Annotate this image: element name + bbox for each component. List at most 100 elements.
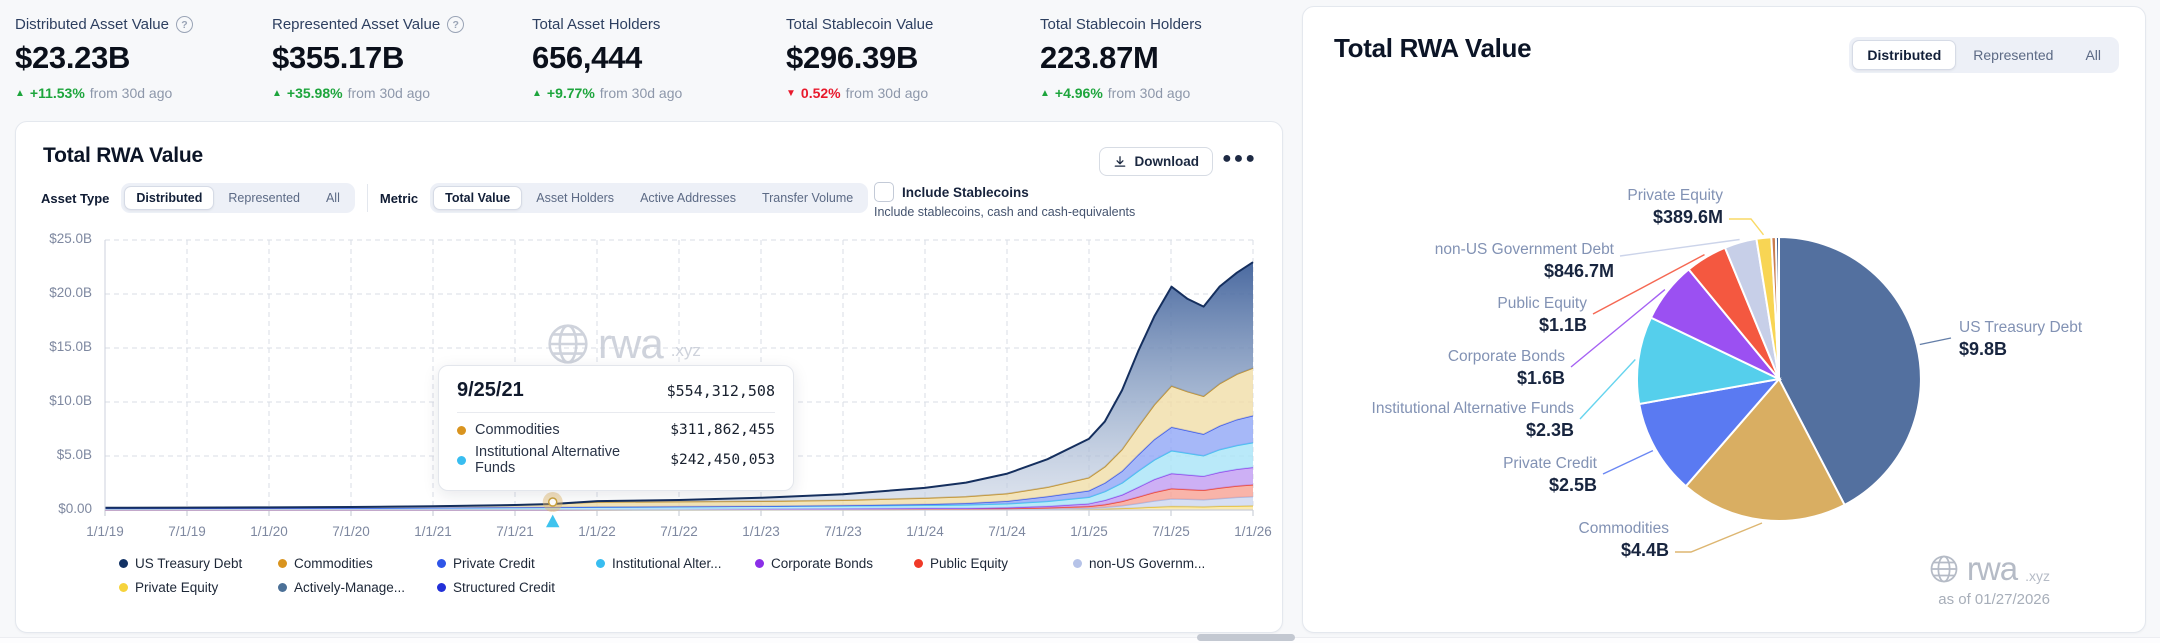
legend-item-private-credit[interactable]: Private Credit	[437, 556, 596, 571]
stat-represented-asset-value: Represented Asset Value?$355.17B▲+35.98%…	[272, 16, 464, 101]
stat-label: Total Stablecoin Holders	[1040, 16, 1202, 33]
more-options-button[interactable]: ●●●	[1222, 150, 1257, 168]
pie-label-name: Commodities	[1579, 518, 1669, 539]
metric-option-asset-holders[interactable]: Asset Holders	[524, 186, 626, 210]
stat-delta: ▲+9.77%from 30d ago	[532, 85, 682, 101]
tooltip-row-institutional-alternative-funds: Institutional Alternative Funds$242,450,…	[457, 444, 775, 476]
pie-label-value: $9.8B	[1959, 338, 2082, 361]
stat-label: Total Asset Holders	[532, 16, 682, 33]
down-arrow-icon: ▼	[786, 88, 796, 99]
include-stablecoins-description: Include stablecoins, cash and cash-equiv…	[874, 205, 1135, 219]
legend-item-commodities[interactable]: Commodities	[278, 556, 437, 571]
stat-label-text: Total Stablecoin Value	[786, 16, 933, 33]
institutional-alternative-funds-swatch	[457, 456, 466, 465]
stat-delta-percent: +35.98%	[287, 85, 343, 101]
up-arrow-icon: ▲	[1040, 88, 1050, 99]
horizontal-scrollbar-thumb[interactable]	[1197, 634, 1295, 641]
stat-delta-percent: 0.52%	[801, 85, 841, 101]
tooltip-series-value: $242,450,053	[670, 452, 775, 468]
selected-date-marker[interactable]	[545, 513, 561, 528]
stat-delta-period: from 30d ago	[600, 85, 683, 101]
download-button[interactable]: Download	[1099, 147, 1214, 176]
asset-type-option-all[interactable]: All	[314, 186, 352, 210]
pie-leader-line-private-credit	[1603, 451, 1653, 474]
pie-leader-line-us-treasury-debt	[1920, 338, 1951, 345]
pie-label-value: $2.3B	[1372, 419, 1574, 442]
y-tick-5: $5.0B	[16, 447, 92, 462]
pie-label-name: Private Equity	[1627, 185, 1723, 206]
stat-delta: ▲+4.96%from 30d ago	[1040, 85, 1202, 101]
asset-type-option-distributed[interactable]: Distributed	[124, 186, 214, 210]
pie-label-name: non-US Government Debt	[1435, 239, 1614, 260]
pie-label-corporate-bonds[interactable]: Corporate Bonds$1.6B	[1448, 346, 1565, 390]
legend-label: Institutional Alter...	[612, 556, 722, 571]
stat-delta-percent: +4.96%	[1055, 85, 1103, 101]
include-stablecoins-label: Include Stablecoins	[902, 185, 1029, 200]
metric-option-transfer-volume[interactable]: Transfer Volume	[750, 186, 865, 210]
watermark-text: rwa	[598, 320, 663, 368]
pie-label-commodities[interactable]: Commodities$4.4B	[1579, 518, 1669, 562]
info-icon[interactable]: ?	[176, 16, 193, 33]
metric-segmented-control: Total ValueAsset HoldersActive Addresses…	[430, 183, 868, 213]
legend-item-us-treasury-debt[interactable]: US Treasury Debt	[119, 556, 278, 571]
asset-type-option-represented[interactable]: Represented	[216, 186, 312, 210]
commodities-swatch	[278, 559, 287, 568]
watermark-text: rwa	[1967, 550, 2017, 588]
pie-leader-line-private-equity	[1729, 219, 1764, 235]
chart-tooltip: 9/25/21 $554,312,508 Commodities$311,862…	[438, 365, 794, 491]
legend-item-structured-credit[interactable]: Structured Credit	[437, 580, 596, 595]
y-tick-15: $15.0B	[16, 339, 92, 354]
tooltip-rows: Commodities $311,862,455 Institutional Alt…	[457, 422, 775, 476]
tooltip-date: 9/25/21	[457, 379, 524, 402]
legend-item-private-equity[interactable]: Private Equity	[119, 580, 278, 595]
metric-option-active-addresses[interactable]: Active Addresses	[628, 186, 748, 210]
pie-label-private-credit[interactable]: Private Credit$2.5B	[1503, 453, 1597, 497]
pie-label-name: Corporate Bonds	[1448, 346, 1565, 367]
metric-option-total-value[interactable]: Total Value	[433, 186, 522, 210]
pie-label-name: Institutional Alternative Funds	[1372, 398, 1574, 419]
pie-label-value: $4.4B	[1579, 539, 1669, 562]
next-section-edge	[0, 637, 2160, 643]
pie-label-us-treasury-debt[interactable]: US Treasury Debt$9.8B	[1959, 317, 2082, 361]
info-icon[interactable]: ?	[447, 16, 464, 33]
structured-credit-swatch	[437, 583, 446, 592]
private-credit-swatch	[437, 559, 446, 568]
stat-total-stablecoin-value: Total Stablecoin Value$296.39B▼0.52%from…	[786, 16, 933, 101]
as-of-date: as of 01/27/2026	[1929, 591, 2050, 608]
pie-label-private-equity[interactable]: Private Equity$389.6M	[1627, 185, 1723, 229]
legend-item-institutional-alter[interactable]: Institutional Alter...	[596, 556, 755, 571]
legend-item-corporate-bonds[interactable]: Corporate Bonds	[755, 556, 914, 571]
stat-label-text: Represented Asset Value	[272, 16, 440, 33]
stat-delta-period: from 30d ago	[90, 85, 173, 101]
stat-value: 223.87M	[1040, 40, 1202, 76]
filter-divider	[367, 184, 368, 212]
pie-label-value: $389.6M	[1627, 206, 1723, 229]
stat-label-text: Total Asset Holders	[532, 16, 660, 33]
legend-item-actively-manage[interactable]: Actively-Manage...	[278, 580, 437, 595]
pie-label-value: $1.1B	[1497, 314, 1587, 337]
pie-label-public-equity[interactable]: Public Equity$1.1B	[1497, 293, 1587, 337]
stat-delta: ▲+11.53%from 30d ago	[15, 85, 193, 101]
tooltip-series-name: Commodities	[475, 422, 560, 438]
stat-delta: ▲+35.98%from 30d ago	[272, 85, 464, 101]
rwa-dashboard: Distributed Asset Value?$23.23B▲+11.53%f…	[0, 0, 2160, 643]
include-stablecoins-checkbox[interactable]	[874, 182, 894, 202]
asset-type-label: Asset Type	[41, 191, 109, 206]
stat-delta-period: from 30d ago	[348, 85, 431, 101]
institutional-alter-swatch	[596, 559, 605, 568]
pie-label-institutional-alternative-funds[interactable]: Institutional Alternative Funds$2.3B	[1372, 398, 1574, 442]
main-chart-title: Total RWA Value	[43, 144, 203, 168]
pie-label-non-us-government-debt[interactable]: non-US Government Debt$846.7M	[1435, 239, 1614, 283]
legend-label: Structured Credit	[453, 580, 555, 595]
legend-item-public-equity[interactable]: Public Equity	[914, 556, 1073, 571]
legend-label: US Treasury Debt	[135, 556, 242, 571]
pie-label-value: $1.6B	[1448, 367, 1565, 390]
legend-item-non-us-governm[interactable]: non-US Governm...	[1073, 556, 1232, 571]
stat-label: Distributed Asset Value?	[15, 16, 193, 33]
stat-distributed-asset-value: Distributed Asset Value?$23.23B▲+11.53%f…	[15, 16, 193, 101]
private-equity-swatch	[119, 583, 128, 592]
tooltip-series-value: $311,862,455	[670, 422, 775, 438]
stat-delta-percent: +11.53%	[30, 85, 85, 101]
globe-icon	[546, 322, 590, 366]
stat-label-text: Total Stablecoin Holders	[1040, 16, 1202, 33]
